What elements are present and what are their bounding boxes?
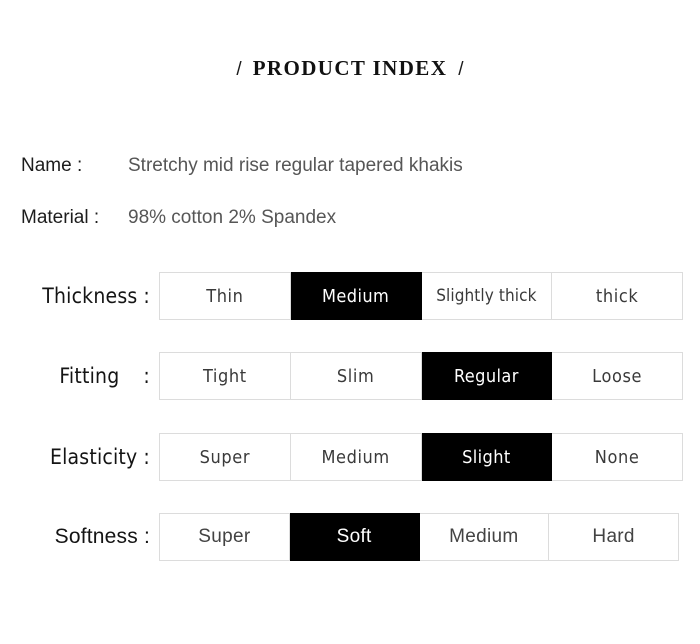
option-group-thickness: Thin Medium Slightly thick thick: [159, 272, 683, 320]
spec-label-elasticity: Elasticity:: [0, 433, 159, 481]
option-elasticity-0[interactable]: Super: [159, 433, 291, 481]
option-thickness-1[interactable]: Medium: [290, 272, 422, 320]
title-label: PRODUCT INDEX: [252, 56, 448, 80]
info-label-name: Name :: [21, 155, 83, 176]
page-title: / PRODUCT INDEX /: [0, 56, 700, 81]
spec-label-thickness-colon: :: [143, 284, 150, 308]
option-fitting-1[interactable]: Slim: [290, 352, 422, 400]
spec-label-fitting-text: Fitting: [59, 364, 120, 388]
spec-label-thickness: Thickness:: [0, 272, 159, 320]
spec-row-softness: Softness: Super Soft Medium Hard: [0, 513, 679, 561]
info-value-material: 98% cotton 2% Spandex: [128, 207, 337, 228]
spec-label-softness: Softness:: [0, 513, 159, 561]
option-thickness-2[interactable]: Slightly thick: [421, 272, 553, 320]
spec-row-thickness: Thickness: Thin Medium Slightly thick th…: [0, 272, 683, 320]
spec-label-thickness-text: Thickness: [42, 284, 138, 308]
option-fitting-2[interactable]: Regular: [421, 352, 553, 400]
spec-row-fitting: Fitting: Tight Slim Regular Loose: [0, 352, 683, 400]
info-value-name: Stretchy mid rise regular tapered khakis: [128, 155, 463, 176]
option-thickness-0[interactable]: Thin: [159, 272, 291, 320]
spec-row-elasticity: Elasticity: Super Medium Slight None: [0, 433, 683, 481]
option-group-fitting: Tight Slim Regular Loose: [159, 352, 683, 400]
spec-label-fitting-colon: :: [143, 364, 150, 388]
spec-label-softness-text: Softness: [54, 525, 138, 548]
spec-label-fitting: Fitting:: [0, 352, 159, 400]
option-elasticity-2[interactable]: Slight: [421, 433, 553, 481]
option-softness-1[interactable]: Soft: [289, 513, 420, 561]
option-fitting-3[interactable]: Loose: [552, 352, 683, 400]
option-softness-3[interactable]: Hard: [549, 513, 679, 561]
option-elasticity-3[interactable]: None: [552, 433, 683, 481]
option-group-softness: Super Soft Medium Hard: [159, 513, 679, 561]
option-softness-2[interactable]: Medium: [419, 513, 550, 561]
info-row-material: Material : 98% cotton 2% Spandex: [0, 203, 700, 233]
spec-label-softness-colon: :: [143, 525, 150, 548]
option-fitting-0[interactable]: Tight: [159, 352, 291, 400]
option-elasticity-1[interactable]: Medium: [290, 433, 422, 481]
spec-label-elasticity-colon: :: [143, 445, 150, 469]
info-label-material: Material :: [21, 207, 100, 228]
title-slash-left: /: [236, 59, 242, 80]
option-softness-0[interactable]: Super: [159, 513, 290, 561]
option-thickness-3[interactable]: thick: [552, 272, 683, 320]
spec-label-elasticity-text: Elasticity: [49, 445, 138, 469]
option-group-elasticity: Super Medium Slight None: [159, 433, 683, 481]
info-row-name: Name : Stretchy mid rise regular tapered…: [0, 151, 700, 181]
title-slash-right: /: [458, 59, 464, 80]
